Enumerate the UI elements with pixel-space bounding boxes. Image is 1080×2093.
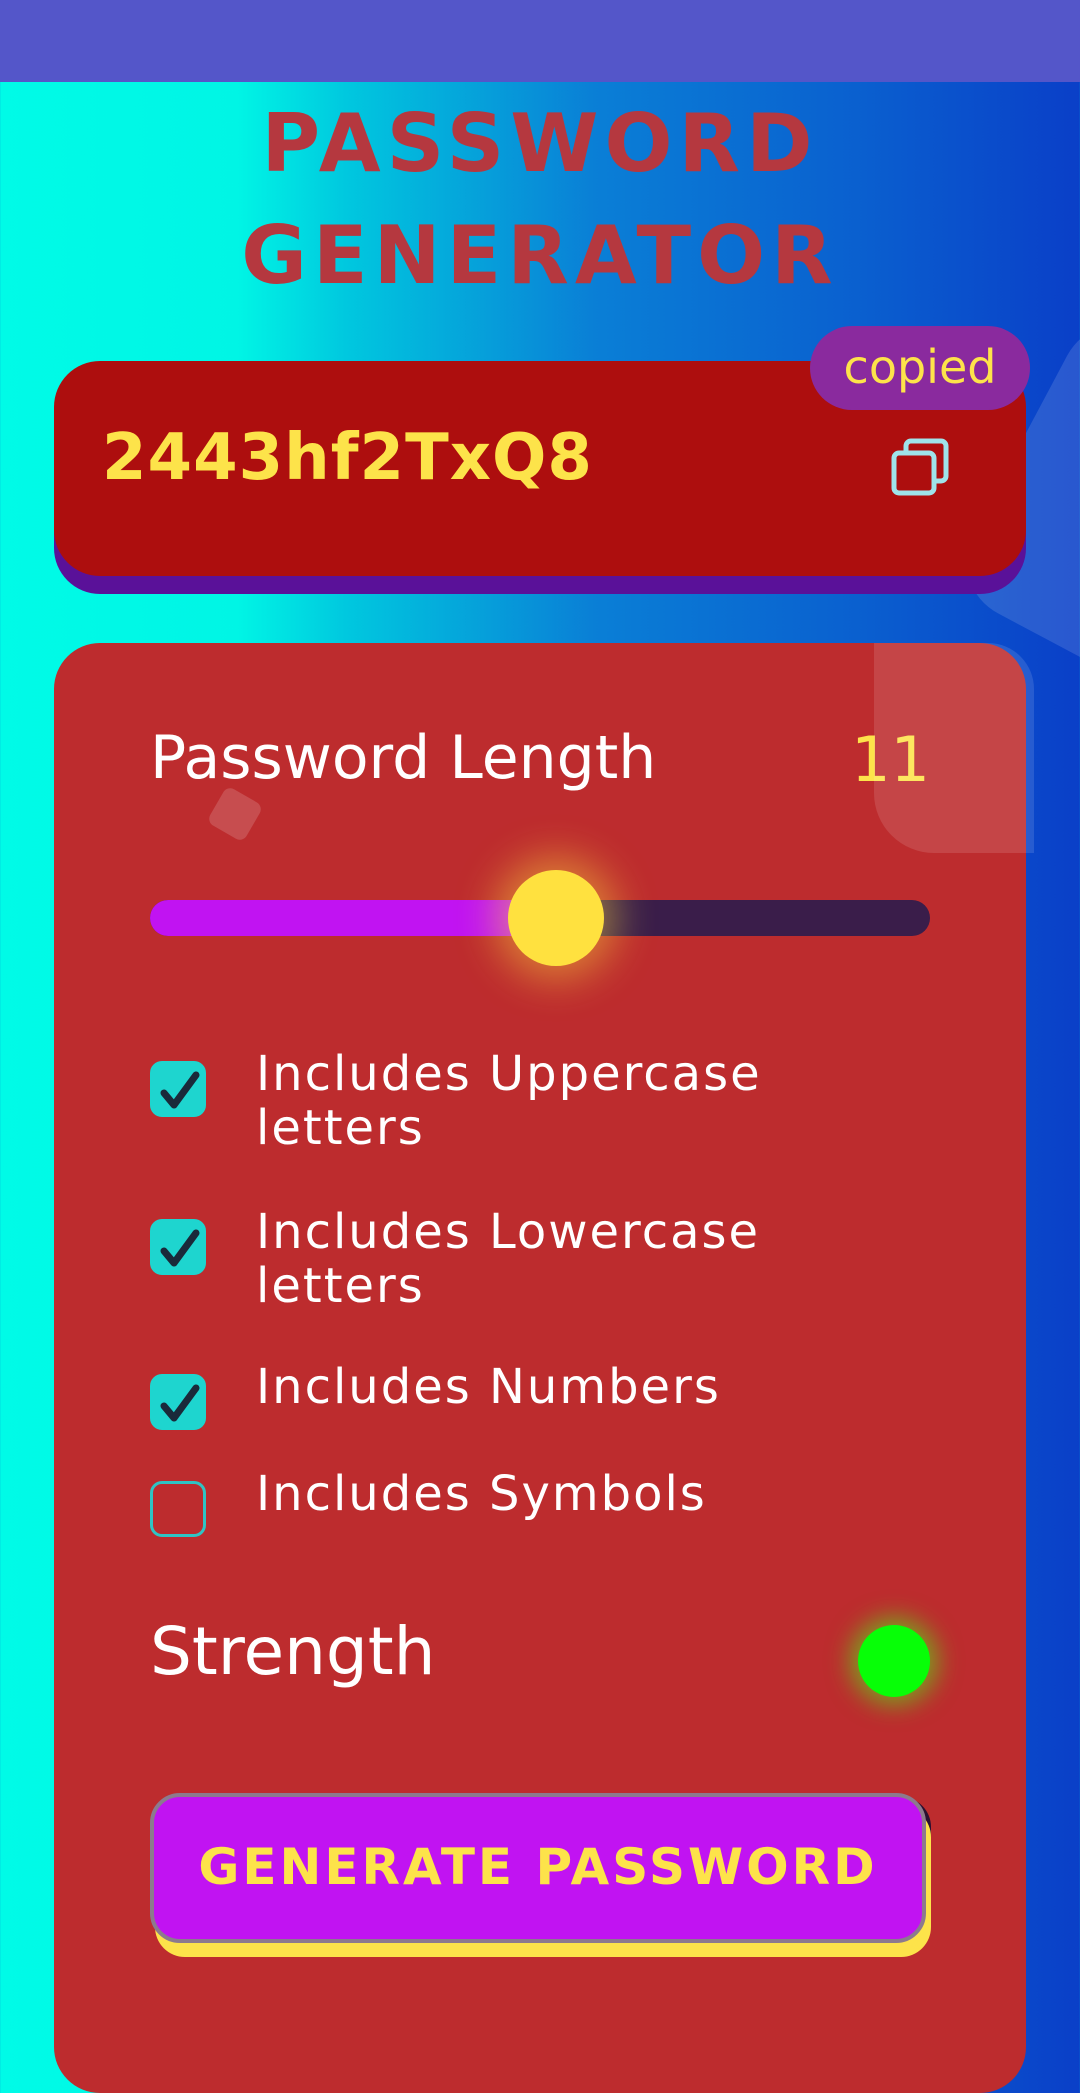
check-icon <box>160 1384 200 1422</box>
checkbox-symbols[interactable] <box>150 1481 206 1537</box>
copy-button[interactable] <box>888 435 952 499</box>
length-slider[interactable] <box>150 870 930 966</box>
checkbox-lowercase[interactable] <box>150 1219 206 1275</box>
slider-thumb[interactable] <box>507 870 604 966</box>
strength-label: Strength <box>150 1613 436 1690</box>
copy-icon <box>891 438 949 496</box>
option-numbers-label: Includes Numbers <box>256 1359 721 1415</box>
checkbox-numbers[interactable] <box>150 1374 206 1430</box>
checkbox-uppercase[interactable] <box>150 1061 206 1117</box>
decorative-shape-small <box>206 785 264 843</box>
settings-card: Password Length 11 Includes Uppercase le… <box>54 643 1034 2093</box>
length-label: Password Length <box>150 723 657 793</box>
option-lowercase-label: Includes Lowercase letters <box>256 1204 761 1314</box>
slider-fill <box>150 900 556 936</box>
title-line-1: PASSWORD <box>261 97 819 190</box>
generate-password-button[interactable]: GENERATE PASSWORD <box>150 1793 926 1943</box>
check-icon <box>160 1229 200 1267</box>
strength-indicator <box>858 1625 930 1697</box>
title-line-2: GENERATOR <box>241 209 839 302</box>
length-value: 11 <box>851 723 930 796</box>
top-bar <box>0 0 1080 82</box>
page-title: PASSWORD GENERATOR <box>0 88 1080 312</box>
option-uppercase-label: Includes Uppercase letters <box>256 1046 762 1156</box>
copied-badge: copied <box>810 326 1030 410</box>
password-output: 2443hf2TxQ8 <box>102 421 593 495</box>
check-icon <box>160 1071 200 1109</box>
option-symbols-label: Includes Symbols <box>256 1466 707 1522</box>
